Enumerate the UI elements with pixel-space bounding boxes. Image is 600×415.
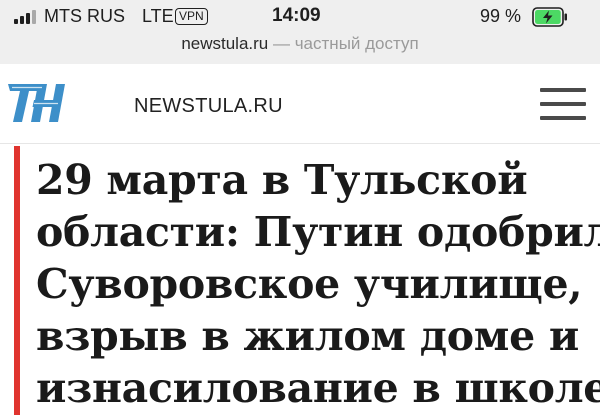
headline-line: Суворовское училище, xyxy=(36,260,583,308)
headline-accent-bar xyxy=(14,146,20,415)
article-headline: 29 марта в Тульской области: Путин одобр… xyxy=(36,154,600,414)
newstula-logo-icon[interactable] xyxy=(4,78,78,126)
private-mode-label: частный доступ xyxy=(294,34,419,53)
address-separator: — xyxy=(268,34,295,53)
network-type: LTE xyxy=(142,6,174,26)
carrier-name: MTS RUS xyxy=(44,6,125,26)
headline-line: 29 марта в Тульской xyxy=(36,156,528,204)
hamburger-menu-icon[interactable] xyxy=(540,88,586,122)
vpn-badge: VPN xyxy=(175,8,208,25)
address-bar[interactable]: newstula.ru — частный доступ xyxy=(0,34,600,62)
browser-chrome: MTS RUS LTE VPN 14:09 99 % newstula.ru —… xyxy=(0,0,600,64)
headline-line: взрыв в жилом доме и xyxy=(36,312,579,360)
article: 29 марта в Тульской области: Путин одобр… xyxy=(0,146,600,415)
headline-line: изнасилование в школе xyxy=(36,364,600,412)
address-domain: newstula.ru xyxy=(181,34,269,53)
status-bar: MTS RUS LTE VPN 14:09 99 % xyxy=(0,0,600,34)
site-name[interactable]: NEWSTULA.RU xyxy=(134,95,283,118)
headline-line: области: Путин одобрил xyxy=(36,208,600,256)
battery-percentage: 99 % xyxy=(480,6,522,26)
site-header: NEWSTULA.RU xyxy=(0,64,600,144)
battery-charging-icon xyxy=(532,7,567,27)
cellular-signal-icon xyxy=(14,10,38,24)
clock: 14:09 xyxy=(272,5,321,26)
